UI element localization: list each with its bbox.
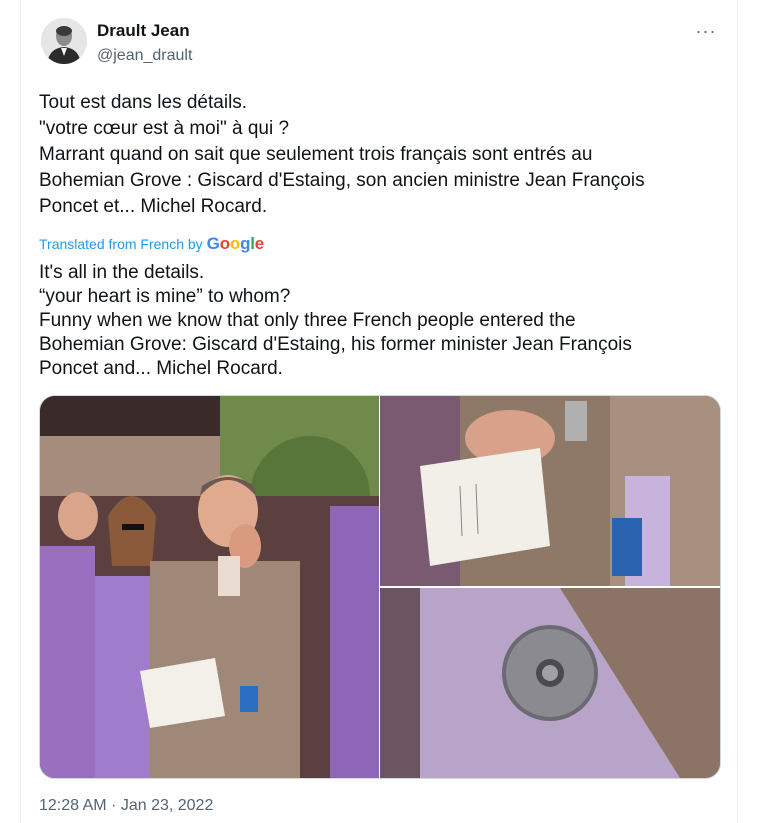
tweet-line: "votre cœur est à moi" à qui ? bbox=[39, 118, 290, 139]
translation-line: “your heart is mine” to whom? bbox=[39, 286, 291, 307]
google-logo: Google bbox=[206, 234, 265, 253]
translated-text: It's all in the details. “your heart is … bbox=[39, 261, 729, 381]
tweet-card: Drault Jean @jean_drault ··· Tout est da… bbox=[20, 0, 738, 823]
photo-cufflink-closeup[interactable] bbox=[380, 588, 720, 778]
more-options-icon[interactable]: ··· bbox=[695, 22, 717, 42]
photo-hands-paper-badge[interactable] bbox=[380, 396, 720, 586]
translation-line: Funny when we know that only three Frenc… bbox=[39, 310, 576, 331]
tweet-line: Tout est dans les détails. bbox=[39, 92, 248, 113]
tweet-timestamp[interactable]: 12:28 AM · Jan 23, 2022 bbox=[39, 797, 213, 815]
translation-line: It's all in the details. bbox=[39, 262, 205, 283]
tweet-line: Marrant quand on sait que seulement troi… bbox=[39, 144, 593, 165]
tweet-line: Poncet et... Michel Rocard. bbox=[39, 196, 268, 217]
avatar[interactable] bbox=[41, 18, 87, 64]
author-display-name[interactable]: Drault Jean bbox=[97, 21, 190, 41]
media-grid bbox=[39, 395, 721, 779]
translation-line: Poncet and... Michel Rocard. bbox=[39, 358, 283, 379]
author-handle[interactable]: @jean_drault bbox=[97, 47, 192, 65]
photo-man-holding-paper[interactable] bbox=[40, 396, 379, 778]
translation-line: Bohemian Grove: Giscard d'Estaing, his f… bbox=[39, 334, 632, 355]
translated-label[interactable]: Translated from French by bbox=[39, 236, 203, 252]
tweet-text: Tout est dans les détails. "votre cœur e… bbox=[39, 90, 729, 220]
translated-notice[interactable]: Translated from French by Google bbox=[39, 234, 264, 254]
tweet-line: Bohemian Grove : Giscard d'Estaing, son … bbox=[39, 170, 645, 191]
